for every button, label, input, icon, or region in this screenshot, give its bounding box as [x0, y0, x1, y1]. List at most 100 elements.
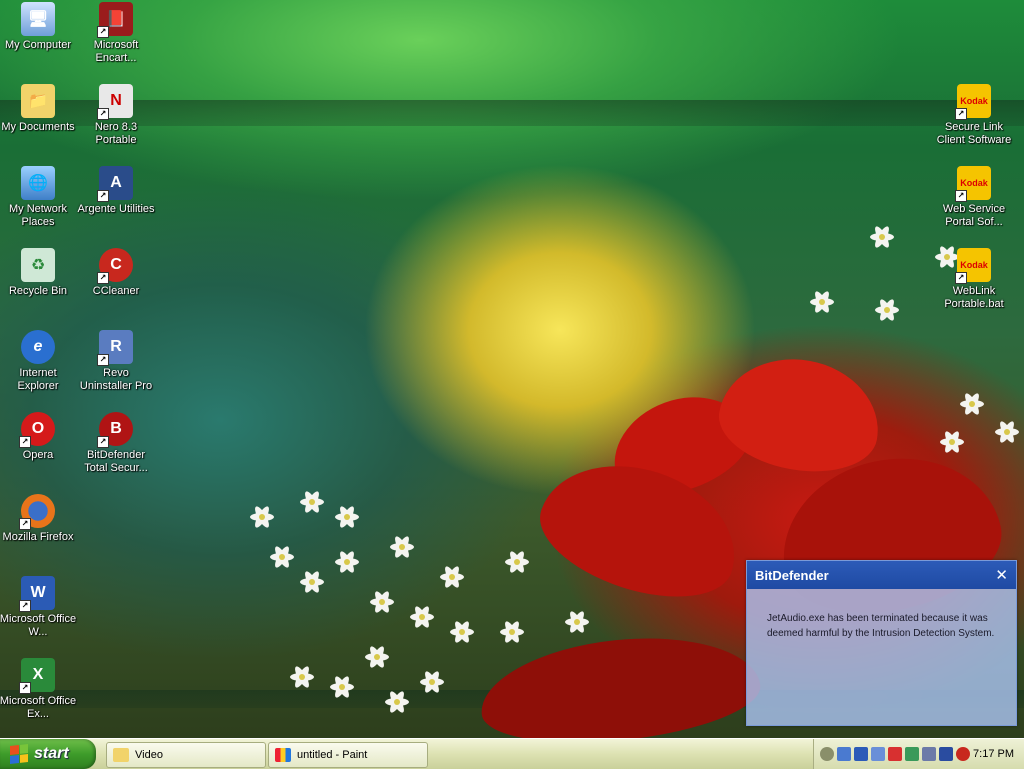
desktop-icon-revo[interactable]: R ↗ Revo Uninstaller Pro: [76, 330, 156, 393]
white-flower: [390, 534, 414, 560]
white-flower: [960, 391, 984, 417]
desktop-icon-web-service-portal[interactable]: Kodak ↗ Web Service Portal Sof...: [934, 166, 1014, 229]
white-flower: [420, 669, 444, 695]
white-flower: [995, 419, 1019, 445]
desktop-icon-nero[interactable]: N ↗ Nero 8.3 Portable: [76, 84, 156, 147]
desktop-icon-label: Web Service Portal Sof...: [942, 203, 1006, 228]
bitdefender-notification[interactable]: BitDefender ✕ JetAudio.exe has been term…: [746, 560, 1017, 726]
white-flower: [505, 549, 529, 575]
kodak-icon: Kodak ↗: [955, 248, 991, 284]
desktop-icon-label: BitDefender Total Secur...: [84, 449, 148, 474]
desktop-icon-my-computer[interactable]: 🖥 My Computer: [0, 2, 78, 52]
desktop-icon-label: CCleaner: [92, 285, 140, 297]
desktop-icon-label: Revo Uninstaller Pro: [79, 367, 153, 392]
desktop-icon-encarta[interactable]: 📕 ↗ Microsoft Encart...: [76, 2, 156, 65]
white-flower: [500, 619, 524, 645]
popup-header: BitDefender ✕: [747, 561, 1016, 589]
system-tray: 7:17 PM: [813, 739, 1024, 769]
desktop-icon-recycle-bin[interactable]: ♻ Recycle Bin: [0, 248, 78, 298]
paint-icon: [275, 748, 291, 762]
taskbar: start Video untitled - Paint 7:17 PM: [0, 738, 1024, 769]
tray-icon[interactable]: [837, 747, 851, 761]
my-documents-icon: 📁: [21, 84, 55, 118]
white-flower: [300, 489, 324, 515]
tray-icon[interactable]: [939, 747, 953, 761]
desktop-icon-label: Opera: [22, 449, 54, 461]
firefox-icon: ↗: [19, 494, 55, 530]
desktop-icon-excel[interactable]: X ↗ Microsoft Office Ex...: [0, 658, 78, 721]
tray-icon[interactable]: [854, 747, 868, 761]
white-flower: [370, 589, 394, 615]
taskbar-button-paint[interactable]: untitled - Paint: [268, 742, 428, 768]
tray-icon[interactable]: [905, 747, 919, 761]
clock[interactable]: 7:17 PM: [973, 748, 1014, 760]
white-flower: [250, 504, 274, 530]
desktop-icon-secure-link[interactable]: Kodak ↗ Secure Link Client Software: [934, 84, 1014, 147]
desktop-icon-label: My Documents: [1, 121, 75, 133]
tray-expand-icon[interactable]: [820, 747, 834, 761]
desktop-icon-label: Microsoft Office W...: [0, 613, 77, 638]
folder-icon: [113, 748, 129, 762]
desktop-icon-label: My Computer: [4, 39, 72, 51]
white-flower: [385, 689, 409, 715]
white-flower: [940, 429, 964, 455]
white-flower: [870, 224, 894, 250]
desktop-icon-label: My Network Places: [8, 203, 68, 228]
tray-icon[interactable]: [922, 747, 936, 761]
close-icon[interactable]: ✕: [995, 566, 1008, 584]
word-icon: W ↗: [19, 576, 55, 612]
desktop-icon-internet-explorer[interactable]: e Internet Explorer: [0, 330, 78, 393]
desktop-icon-ccleaner[interactable]: C ↗ CCleaner: [76, 248, 156, 298]
desktop-icon-my-documents[interactable]: 📁 My Documents: [0, 84, 78, 134]
taskbar-button-label: untitled - Paint: [297, 749, 368, 761]
excel-icon: X ↗: [19, 658, 55, 694]
bitdefender-tray-icon[interactable]: [956, 747, 970, 761]
desktop-icon-label: Microsoft Encart...: [93, 39, 139, 64]
desktop-icon-label: Nero 8.3 Portable: [94, 121, 138, 146]
desktop-icon-label: Secure Link Client Software: [936, 121, 1012, 146]
taskbar-button-video[interactable]: Video: [106, 742, 266, 768]
white-flower: [335, 549, 359, 575]
white-flower: [810, 289, 834, 315]
white-flower: [875, 297, 899, 323]
desktop-icon-opera[interactable]: O ↗ Opera: [0, 412, 78, 462]
my-computer-icon: 🖥: [21, 2, 55, 36]
white-flower: [410, 604, 434, 630]
desktop-icon-word[interactable]: W ↗ Microsoft Office W...: [0, 576, 78, 639]
white-flower: [290, 664, 314, 690]
bitdefender-icon: B ↗: [97, 412, 133, 448]
network-places-icon: 🌐: [21, 166, 55, 200]
white-flower: [565, 609, 589, 635]
desktop-icon-label: Recycle Bin: [8, 285, 68, 297]
kodak-icon: Kodak ↗: [955, 84, 991, 120]
lily-petal: [711, 346, 889, 484]
desktop-icon-label: Internet Explorer: [17, 367, 59, 392]
desktop-icon-label: Microsoft Office Ex...: [0, 695, 77, 720]
desktop-icon-bitdefender[interactable]: B ↗ BitDefender Total Secur...: [76, 412, 156, 475]
taskbar-button-label: Video: [135, 749, 163, 761]
desktop-icon-label: WebLink Portable.bat: [944, 285, 1004, 310]
kodak-icon: Kodak ↗: [955, 166, 991, 202]
argente-icon: A ↗: [97, 166, 133, 202]
revo-icon: R ↗: [97, 330, 133, 366]
ccleaner-icon: C ↗: [97, 248, 133, 284]
start-button[interactable]: start: [0, 739, 96, 769]
desktop-icon-argente[interactable]: A ↗ Argente Utilities: [76, 166, 156, 216]
tray-icon[interactable]: [871, 747, 885, 761]
desktop-icon-label: Argente Utilities: [77, 203, 155, 215]
tray-icon[interactable]: [888, 747, 902, 761]
white-flower: [300, 569, 324, 595]
popup-message: JetAudio.exe has been terminated because…: [767, 613, 995, 639]
windows-logo-icon: [10, 744, 28, 764]
white-flower: [335, 504, 359, 530]
popup-title: BitDefender: [755, 567, 829, 583]
internet-explorer-icon: e: [21, 330, 55, 364]
desktop-icon-firefox[interactable]: ↗ Mozilla Firefox: [0, 494, 78, 544]
white-flower: [270, 544, 294, 570]
opera-icon: O ↗: [19, 412, 55, 448]
white-flower: [365, 644, 389, 670]
nero-icon: N ↗: [97, 84, 133, 120]
white-flower: [440, 564, 464, 590]
desktop-icon-network-places[interactable]: 🌐 My Network Places: [0, 166, 78, 229]
recycle-bin-icon: ♻: [21, 248, 55, 282]
